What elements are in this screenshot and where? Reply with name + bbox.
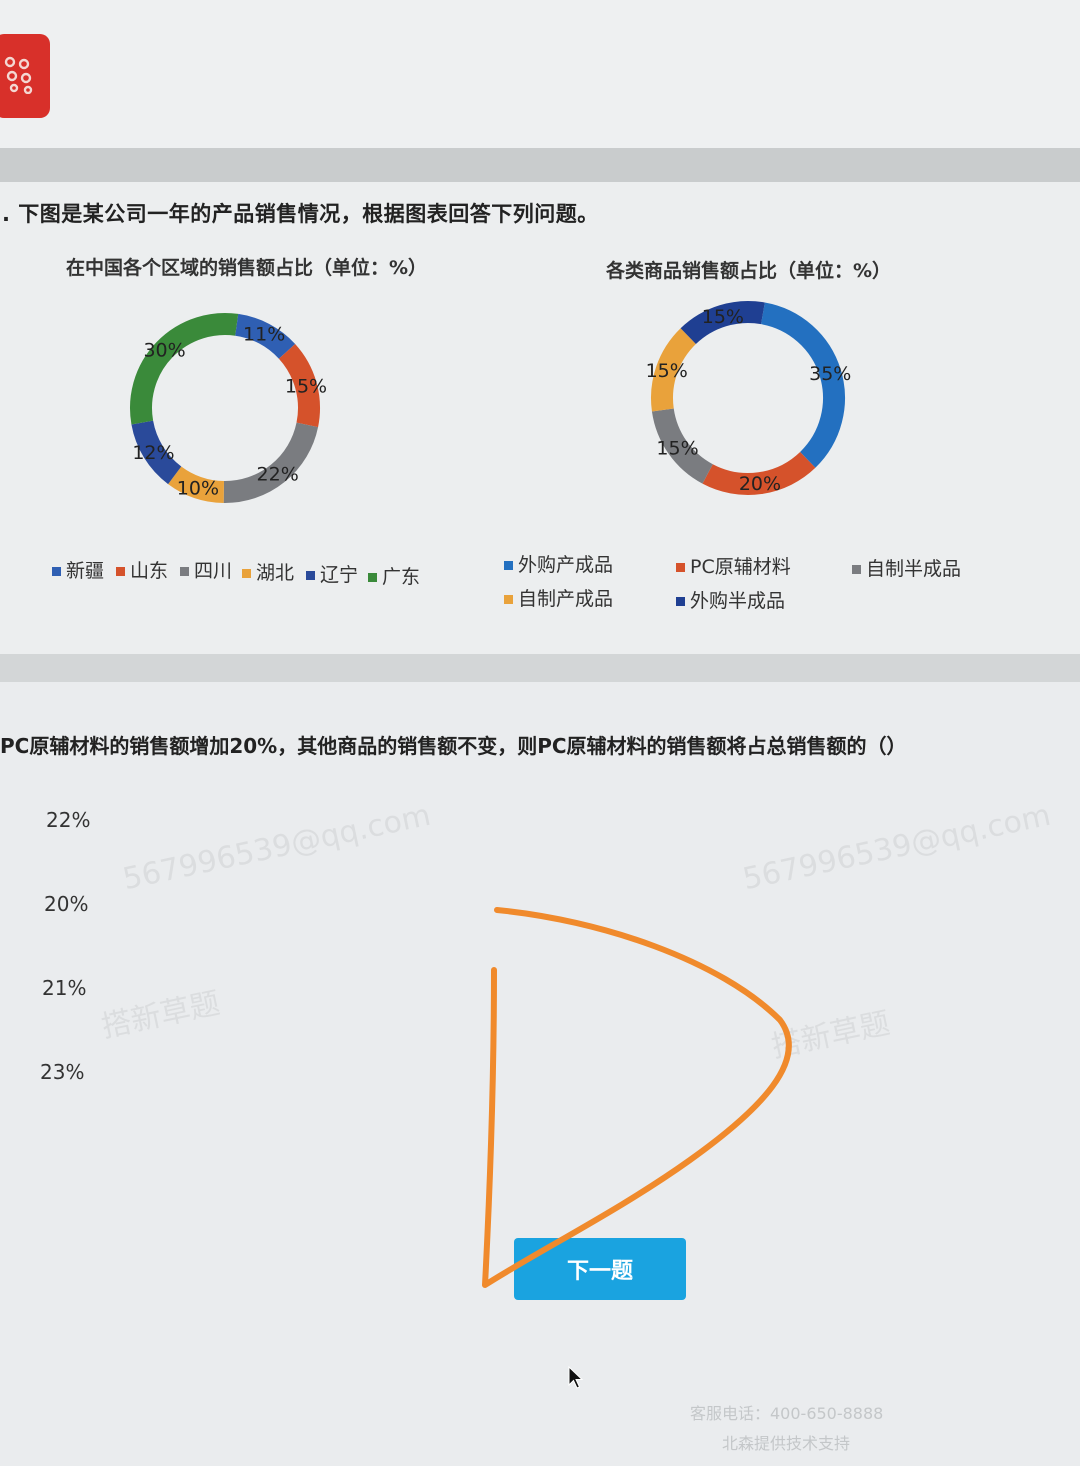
- legend-swatch: [852, 565, 861, 574]
- legend-item-sichuan: 四川: [180, 556, 232, 583]
- option-d[interactable]: 23%: [40, 1060, 84, 1084]
- legend-swatch: [180, 567, 189, 576]
- legend-swatch: [504, 561, 513, 570]
- legend-item-xinjiang: 新疆: [52, 556, 104, 583]
- legend-swatch: [676, 597, 685, 606]
- legend-swatch: [306, 571, 315, 580]
- legend-item-pc-materials: PC原辅材料: [676, 552, 791, 579]
- legend-item-shandong: 山东: [116, 556, 168, 583]
- legend-item-liaoning: 辽宁: [306, 560, 358, 587]
- data-label-2: 15%: [656, 437, 698, 459]
- legend-swatch: [52, 567, 61, 576]
- legend-item-purchased-finished: 外购产成品: [504, 550, 613, 577]
- question-stem-text: 下图是某公司一年的产品销售情况，根据图表回答下列问题。: [18, 202, 599, 226]
- legend-item-guangdong: 广东: [368, 562, 420, 589]
- data-label-0: 11%: [243, 324, 285, 346]
- option-b[interactable]: 20%: [44, 892, 88, 916]
- data-label-3: 10%: [177, 478, 219, 500]
- data-label-3: 15%: [646, 360, 688, 382]
- option-c[interactable]: 21%: [42, 976, 86, 1000]
- footer-phone: 客服电话：400-650-8888: [690, 1404, 884, 1423]
- legend-swatch: [116, 567, 125, 576]
- donut-segment-0: [760, 302, 845, 468]
- legend-swatch: [242, 569, 251, 578]
- legend-swatch: [504, 595, 513, 604]
- option-a[interactable]: 22%: [46, 808, 90, 832]
- legend-item-hubei: 湖北: [242, 558, 294, 585]
- legend-swatch: [676, 563, 685, 572]
- question-stem: . 下图是某公司一年的产品销售情况，根据图表回答下列问题。: [2, 198, 599, 228]
- legend-item-purchased-semi: 外购半成品: [676, 586, 785, 613]
- header-divider: [0, 148, 1080, 182]
- chart-title-region: 在中国各个区域的销售额占比（单位：%）: [66, 257, 428, 279]
- data-label-2: 22%: [257, 463, 299, 485]
- top-bar: [0, 0, 1080, 148]
- app-logo[interactable]: [0, 34, 50, 118]
- section-divider: [0, 654, 1080, 682]
- legend-item-self-finished: 自制产成品: [504, 584, 613, 611]
- legend-item-self-semi: 自制半成品: [852, 554, 961, 581]
- mouse-cursor-icon: [568, 1366, 584, 1389]
- donut-chart-region: 11% 15% 22% 10%12% 30%: [130, 313, 327, 503]
- data-label-5: 30%: [143, 340, 185, 362]
- data-label-4: 12%: [132, 442, 174, 464]
- answer-card: [0, 682, 1080, 1466]
- question-number: .: [2, 202, 19, 226]
- sub-question-text: PC原辅材料的销售额增加20%，其他商品的销售额不变，则PC原辅材料的销售额将占…: [0, 734, 907, 758]
- data-label-4: 15%: [702, 306, 744, 328]
- logo-mark-icon: [4, 56, 33, 94]
- legend-swatch: [368, 573, 377, 582]
- data-label-1: 15%: [285, 376, 327, 398]
- donut-chart-product: 35% 20% 15% 15% 15%: [646, 301, 851, 495]
- data-label-0: 35%: [809, 363, 851, 385]
- data-label-1: 20%: [739, 473, 781, 495]
- chart-title-product: 各类商品销售额占比（单位：%）: [606, 260, 892, 282]
- next-question-button[interactable]: 下一题: [514, 1238, 686, 1300]
- footer-support: 北森提供技术支持: [722, 1434, 851, 1453]
